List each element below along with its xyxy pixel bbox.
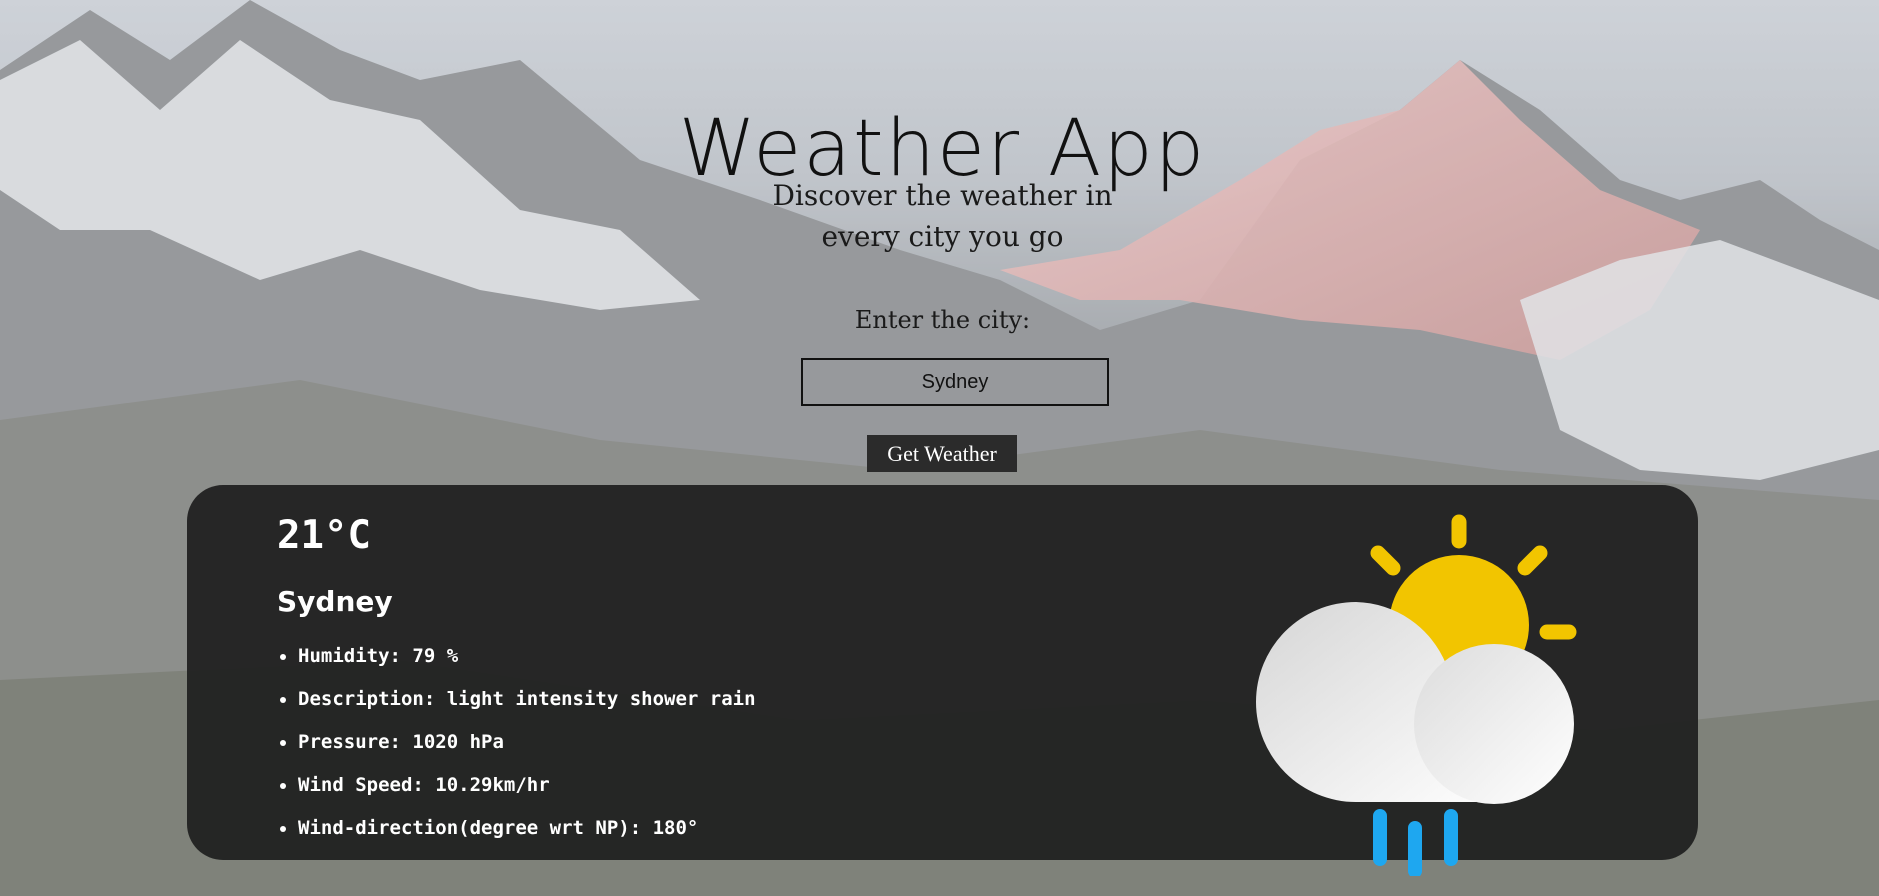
weather-details-list: Humidity: 79 % Description: light intens… [277,635,756,850]
partly-cloudy-rain-icon [1256,514,1577,876]
city-name: Sydney [277,585,393,618]
subtitle-line-1: Discover the weather in [772,179,1113,212]
rain-drops [1373,809,1458,876]
pressure-item: Pressure: 1020 hPa [298,721,756,764]
humidity-item: Humidity: 79 % [298,635,756,678]
city-input[interactable] [801,358,1109,406]
subtitle-line-2: every city you go [821,220,1064,253]
wind-direction-item: Wind-direction(degree wrt NP): 180° [298,807,756,850]
temperature: 21°C [277,513,371,558]
description-item: Description: light intensity shower rain [298,678,756,721]
app-subtitle: Discover the weather in every city you g… [0,175,1879,257]
wind-speed-item: Wind Speed: 10.29km/hr [298,764,756,807]
get-weather-button[interactable]: Get Weather [867,435,1017,472]
city-label: Enter the city: [854,306,1031,334]
